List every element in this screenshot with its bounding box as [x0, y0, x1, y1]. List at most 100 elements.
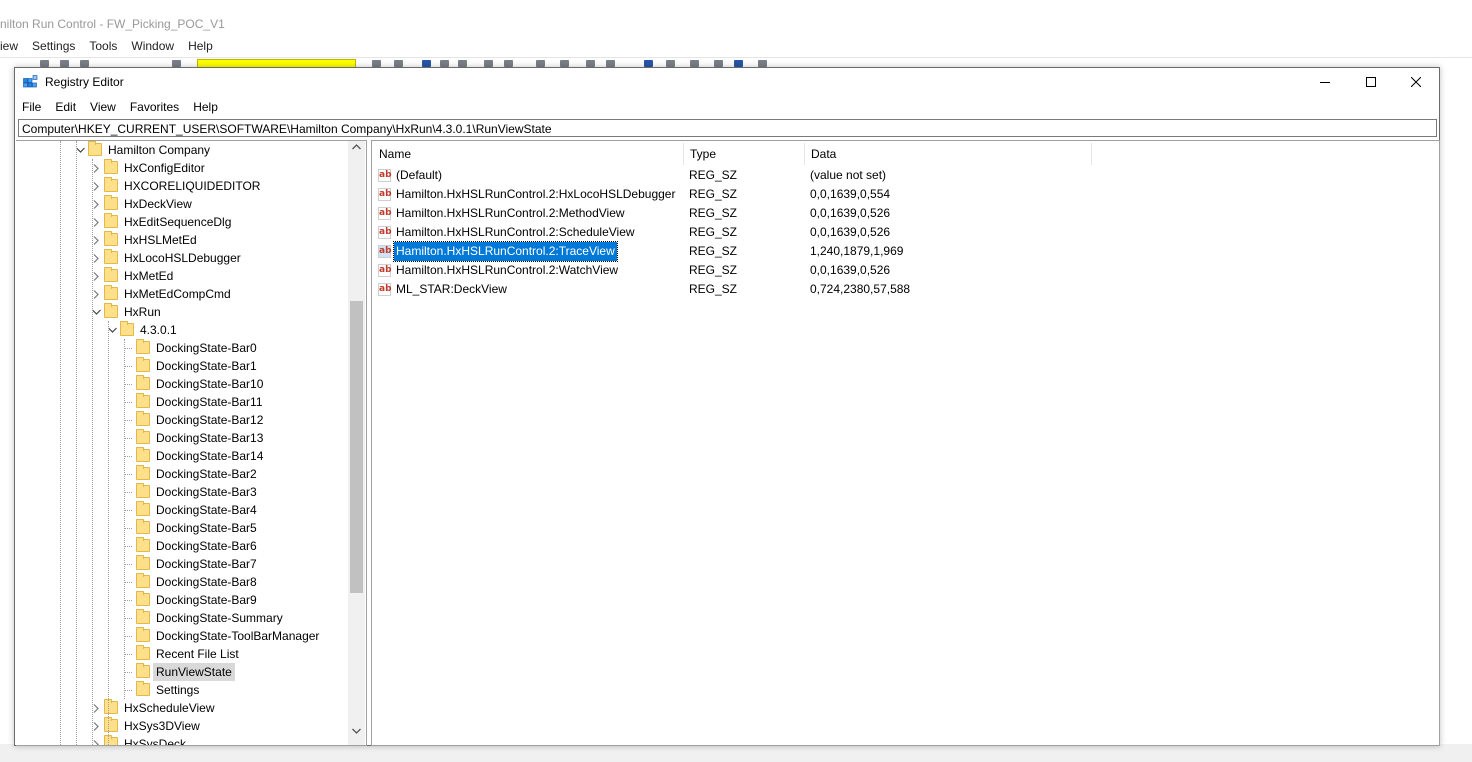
toolbar-icon[interactable]	[690, 60, 699, 67]
maximize-button[interactable]	[1348, 68, 1394, 96]
menu-view[interactable]: View	[90, 100, 116, 114]
column-header-data[interactable]: Data	[804, 143, 1091, 165]
bg-menu-tools[interactable]: Tools	[89, 39, 117, 55]
tree-item[interactable]: Recent File List	[16, 645, 346, 663]
tree-item[interactable]: DockingState-Bar13	[16, 429, 346, 447]
menu-edit[interactable]: Edit	[55, 100, 76, 114]
toolbar-icon[interactable]	[714, 60, 723, 67]
value-row[interactable]: ab (Default) REG_SZ (value not set)	[372, 166, 1439, 185]
toolbar-icon[interactable]	[440, 60, 449, 67]
bg-menu-window[interactable]: Window	[131, 39, 174, 55]
tree-item[interactable]: HxSys3DView	[16, 717, 346, 735]
toolbar-icon[interactable]	[560, 60, 569, 67]
column-separator[interactable]	[1091, 143, 1092, 165]
tree-connector	[124, 384, 132, 385]
menu-favorites[interactable]: Favorites	[130, 100, 179, 114]
tree-guide-line	[92, 159, 93, 745]
value-row[interactable]: ab Hamilton.HxHSLRunControl.2:ScheduleVie…	[372, 223, 1439, 242]
tree-item[interactable]: DockingState-Bar10	[16, 375, 346, 393]
scroll-down-arrow-icon[interactable]	[352, 728, 361, 734]
value-data: 0,0,1639,0,526	[810, 206, 891, 220]
toolbar-icon[interactable]	[60, 60, 69, 67]
tree-item[interactable]: DockingState-Bar14	[16, 447, 346, 465]
tree-item[interactable]: DockingState-Bar4	[16, 501, 346, 519]
tree-item[interactable]: HxMetEd	[16, 267, 346, 285]
tree-item[interactable]: HxLocoHSLDebugger	[16, 249, 346, 267]
tree-item[interactable]: HxEditSequenceDlg	[16, 213, 346, 231]
toolbar-icon[interactable]	[458, 60, 467, 67]
tree-scrollbar[interactable]	[348, 141, 365, 745]
toolbar-icon[interactable]	[666, 60, 675, 67]
close-button[interactable]	[1393, 68, 1439, 96]
tree-item[interactable]: HxScheduleView	[16, 699, 346, 717]
menu-file[interactable]: File	[22, 100, 41, 114]
tree-item[interactable]: DockingState-Bar5	[16, 519, 346, 537]
bg-menu-help[interactable]: Help	[188, 39, 213, 55]
toolbar-icon[interactable]	[504, 60, 513, 67]
tree-item[interactable]: 4.3.0.1	[16, 321, 346, 339]
tree-item[interactable]: DockingState-Bar2	[16, 465, 346, 483]
toolbar-icon[interactable]	[586, 60, 595, 67]
tree-item[interactable]: DockingState-Bar11	[16, 393, 346, 411]
menu-bar: File Edit View Favorites Help	[15, 97, 232, 117]
tree-item[interactable]: HxSysDeck	[16, 735, 346, 745]
tree-item[interactable]: HxConfigEditor	[16, 159, 346, 177]
toolbar-icon[interactable]	[372, 60, 381, 67]
value-row[interactable]: ab ML_STAR:DeckView REG_SZ 0,724,2380,57,58…	[372, 280, 1439, 299]
value-row[interactable]: ab Hamilton.HxHSLRunControl.2:MethodView R…	[372, 204, 1439, 223]
tree-item[interactable]: DockingState-Bar9	[16, 591, 346, 609]
value-row[interactable]: ab Hamilton.HxHSLRunControl.2:HxLocoHSLDe…	[372, 185, 1439, 204]
tree-item[interactable]: HxRun	[16, 303, 346, 321]
key-tree[interactable]: Hamilton Company HxConfigEditor HXCORELIQU…	[16, 140, 367, 746]
tree-item[interactable]: DockingState-Bar12	[16, 411, 346, 429]
tree-scroll-thumb[interactable]	[350, 301, 363, 593]
tree-item[interactable]: DockingState-Bar6	[16, 537, 346, 555]
bg-menu-settings[interactable]: Settings	[32, 39, 75, 55]
tree-item[interactable]: DockingState-ToolBarManager	[16, 627, 346, 645]
toolbar-icon[interactable]	[394, 60, 403, 67]
bg-menu-view[interactable]: iew	[0, 39, 18, 55]
tree-item[interactable]: RunViewState	[16, 663, 346, 681]
toolbar-icon[interactable]	[536, 60, 545, 67]
background-window-bottom	[0, 744, 1472, 762]
address-bar[interactable]: Computer\HKEY_CURRENT_USER\SOFTWARE\Hami…	[18, 119, 1437, 137]
tree-item[interactable]: DockingState-Bar1	[16, 357, 346, 375]
minimize-button[interactable]	[1302, 68, 1348, 96]
toolbar-icon[interactable]	[40, 60, 49, 67]
value-row[interactable]: ab Hamilton.HxHSLRunControl.2:TraceView RE…	[372, 241, 1439, 262]
tree-item[interactable]: DockingState-Bar3	[16, 483, 346, 501]
values-list[interactable]: Name Type Data ab (Default) REG_SZ (value n…	[371, 140, 1440, 746]
tree-item[interactable]: HXCORELIQUIDEDITOR	[16, 177, 346, 195]
tree-item[interactable]: Settings	[16, 681, 346, 699]
folder-icon	[136, 339, 150, 354]
tree-item[interactable]: HxMetEdCompCmd	[16, 285, 346, 303]
column-header-type[interactable]: Type	[683, 143, 804, 165]
toolbar-icon[interactable]	[734, 60, 743, 67]
toolbar-icon[interactable]	[80, 60, 89, 67]
tree-item[interactable]: DockingState-Summary	[16, 609, 346, 627]
tree-item[interactable]: HxHSLMetEd	[16, 231, 346, 249]
tree-connector	[124, 420, 132, 421]
tree-item[interactable]: Hamilton Company	[16, 141, 346, 159]
scroll-up-arrow-icon[interactable]	[352, 144, 361, 150]
tree-item-label: HxMetEdCompCmd	[124, 287, 231, 301]
tree-guide-line	[124, 339, 125, 699]
menu-help[interactable]: Help	[193, 100, 218, 114]
value-type: REG_SZ	[689, 168, 738, 182]
toolbar-icon[interactable]	[644, 60, 653, 67]
tree-item[interactable]: DockingState-Bar8	[16, 573, 346, 591]
toolbar-icon[interactable]	[606, 60, 615, 67]
column-header-name[interactable]: Name	[372, 143, 683, 165]
toolbar-icon[interactable]	[758, 60, 767, 67]
value-row[interactable]: ab Hamilton.HxHSLRunControl.2:WatchView RE…	[372, 261, 1439, 280]
value-data: 0,0,1639,0,554	[810, 187, 891, 201]
tree-connector	[124, 492, 132, 493]
title-bar[interactable]: Registry Editor	[15, 68, 1439, 96]
toolbar-icon[interactable]	[172, 60, 181, 67]
toolbar-icon[interactable]	[484, 60, 493, 67]
tree-item[interactable]: DockingState-Bar7	[16, 555, 346, 573]
tree-item[interactable]: DockingState-Bar0	[16, 339, 346, 357]
tree-connector	[124, 600, 132, 601]
tree-item[interactable]: HxDeckView	[16, 195, 346, 213]
help-icon[interactable]	[422, 60, 431, 67]
